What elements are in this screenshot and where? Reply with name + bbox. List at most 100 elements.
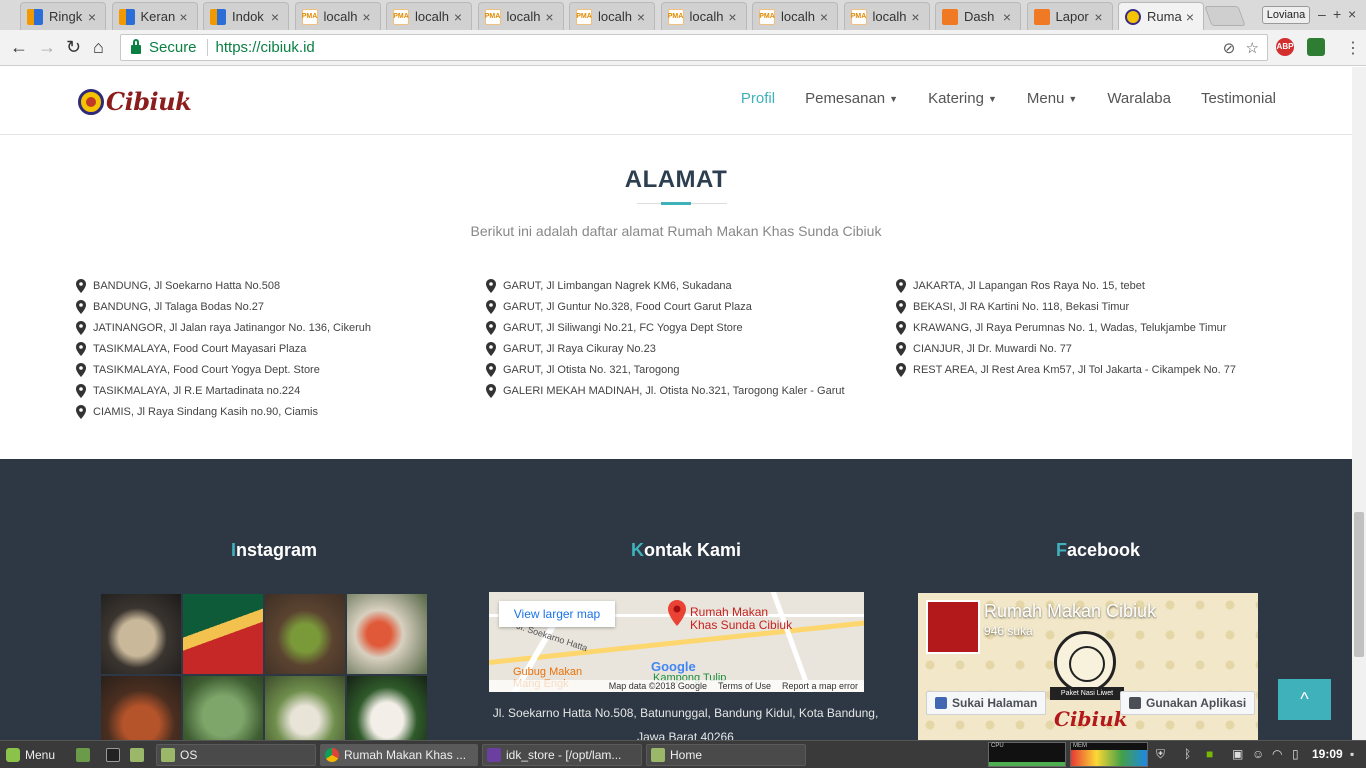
instagram-photo[interactable] — [183, 676, 263, 740]
nav-item-katering[interactable]: Katering ▼ — [928, 90, 997, 107]
forward-icon[interactable]: → — [38, 38, 56, 56]
wifi-icon[interactable]: ◠ — [1272, 747, 1282, 761]
map-terms-link[interactable]: Terms of Use — [718, 680, 771, 692]
show-desktop-corner-icon[interactable]: ▪ — [1350, 747, 1354, 761]
close-tab-icon[interactable]: × — [1183, 9, 1197, 25]
instagram-photo[interactable] — [101, 676, 181, 740]
close-tab-icon[interactable]: × — [543, 9, 557, 25]
clock[interactable]: 19:09 — [1312, 747, 1343, 761]
instagram-photo[interactable] — [347, 676, 427, 740]
close-tab-icon[interactable]: × — [360, 9, 374, 25]
address-item: GARUT, Jl Guntur No.328, Food Court Garu… — [486, 296, 845, 317]
map-report-link[interactable]: Report a map error — [782, 680, 858, 692]
maximize-icon[interactable]: + — [1333, 6, 1341, 22]
browser-tab[interactable]: Lapor × — [1026, 2, 1113, 30]
browser-tab-label: localh — [415, 9, 449, 24]
taskbar-window-phpstorm[interactable]: idk_store - [/opt/lam... — [482, 744, 642, 766]
adblock-plus-icon[interactable]: ABP — [1276, 38, 1294, 56]
start-menu-button[interactable]: Menu — [6, 744, 55, 766]
fb-page-thumbnail[interactable] — [926, 600, 980, 654]
browser-tab[interactable]: PMA localh × — [386, 2, 472, 30]
browser-tab[interactable]: Indok × — [203, 2, 289, 30]
browser-tab[interactable]: Ringk × — [20, 2, 106, 30]
facebook-page-plugin[interactable]: Rumah Makan Cibiuk 946 suka Paket Nasi L… — [918, 593, 1258, 740]
cookie-blocked-icon[interactable]: ⊘ — [1223, 40, 1236, 57]
reload-icon[interactable]: ↻ — [66, 38, 81, 56]
browser-tab[interactable]: PMA localh × — [569, 2, 655, 30]
close-tab-icon[interactable]: × — [909, 9, 923, 25]
browser-tab[interactable]: PMA localh × — [752, 2, 838, 30]
site-logo[interactable]: Cibiuk — [78, 87, 192, 116]
close-tab-icon[interactable]: × — [1000, 9, 1014, 25]
close-window-icon[interactable]: × — [1348, 6, 1356, 22]
files-launcher[interactable] — [130, 744, 149, 766]
shield-icon[interactable]: ⛨ — [1156, 747, 1165, 762]
fb-like-page-button[interactable]: Sukai Halaman — [926, 691, 1047, 715]
instagram-photo[interactable] — [101, 594, 181, 674]
update-manager-icon[interactable]: ▣ — [1232, 747, 1243, 761]
taskbar-window-os[interactable]: OS — [156, 744, 316, 766]
instagram-grid — [101, 594, 427, 740]
menu-kebab-icon[interactable]: ⋮ — [1345, 38, 1361, 58]
close-tab-icon[interactable]: × — [451, 9, 465, 25]
fb-like-page-label: Sukai Halaman — [952, 696, 1038, 710]
address-item: TASIKMALAYA, Food Court Yogya Dept. Stor… — [76, 359, 371, 380]
browser-tab[interactable]: PMA localh × — [294, 2, 381, 30]
battery-icon[interactable]: ▯ — [1292, 747, 1299, 761]
nvidia-icon[interactable]: ■ — [1206, 747, 1213, 761]
google-map-embed[interactable]: Jl. Soekarno Hatta View larger map Rumah… — [489, 592, 864, 692]
nav-item-pemesanan[interactable]: Pemesanan ▼ — [805, 90, 898, 107]
browser-tab[interactable]: Keran × — [111, 2, 198, 30]
address-bar[interactable]: Secure https://cibiuk.id ⊘ ☆ — [120, 34, 1268, 61]
extension-icon[interactable] — [1307, 38, 1325, 56]
chevron-down-icon: ▼ — [987, 94, 997, 104]
fb-use-app-button[interactable]: Gunakan Aplikasi — [1120, 691, 1256, 715]
browser-tab[interactable]: PMA localh × — [843, 2, 930, 30]
browser-tab[interactable]: Dash × — [935, 2, 1021, 30]
url-text[interactable]: https://cibiuk.id — [216, 39, 315, 56]
bluetooth-icon[interactable]: ᛒ — [1184, 747, 1191, 761]
nav-item-waralaba[interactable]: Waralaba — [1107, 90, 1171, 107]
taskbar-window-chrome[interactable]: Rumah Makan Khas ... — [320, 744, 478, 766]
back-icon[interactable]: ← — [10, 38, 28, 56]
show-desktop-button[interactable] — [76, 744, 95, 766]
taskbar-window-home[interactable]: Home — [646, 744, 806, 766]
instagram-photo[interactable] — [265, 676, 345, 740]
nav-item-profil[interactable]: Profil — [741, 90, 775, 107]
user-icon[interactable]: ☺ — [1252, 747, 1264, 761]
scrollbar-thumb[interactable] — [1354, 512, 1364, 657]
view-larger-map-button[interactable]: View larger map — [499, 601, 615, 627]
nav-item-testimonial[interactable]: Testimonial — [1201, 90, 1276, 107]
bookmark-star-icon[interactable]: ☆ — [1246, 40, 1259, 57]
instagram-photo[interactable] — [265, 594, 345, 674]
page-scrollbar[interactable] — [1352, 67, 1366, 740]
close-tab-icon[interactable]: × — [85, 9, 99, 25]
browser-tab[interactable]: PMA localh × — [660, 2, 747, 30]
instagram-photo[interactable] — [183, 594, 263, 674]
nav-item-menu[interactable]: Menu ▼ — [1027, 90, 1077, 107]
close-tab-icon[interactable]: × — [817, 9, 831, 25]
browser-tab[interactable]: Ruma × — [1118, 2, 1204, 30]
memory-graph — [1071, 750, 1147, 766]
map-marker-icon — [76, 404, 86, 419]
close-tab-icon[interactable]: × — [1092, 9, 1106, 25]
terminal-launcher[interactable] — [106, 744, 125, 766]
close-tab-icon[interactable]: × — [634, 9, 648, 25]
cpu-monitor[interactable]: CPU — [988, 742, 1066, 767]
fb-page-name[interactable]: Rumah Makan Cibiuk — [984, 601, 1156, 622]
close-tab-icon[interactable]: × — [177, 9, 191, 25]
back-to-top-button[interactable]: ^ — [1278, 679, 1331, 720]
browser-tab[interactable]: PMA localh × — [477, 2, 564, 30]
home-icon[interactable]: ⌂ — [93, 38, 104, 56]
facebook-heading: Facebook — [1055, 540, 1141, 560]
map-pin-icon[interactable] — [668, 600, 686, 626]
close-tab-icon[interactable]: × — [726, 9, 740, 25]
map-marker-icon — [896, 299, 906, 314]
profile-button[interactable]: Loviana — [1262, 6, 1310, 24]
close-tab-icon[interactable]: × — [268, 9, 282, 25]
alamat-subtitle: Berikut ini adalah daftar alamat Rumah M… — [470, 223, 882, 239]
minimize-icon[interactable]: – — [1318, 6, 1326, 22]
memory-monitor[interactable]: MEM — [1070, 742, 1148, 767]
new-tab-button[interactable] — [1204, 6, 1246, 26]
instagram-photo[interactable] — [347, 594, 427, 674]
